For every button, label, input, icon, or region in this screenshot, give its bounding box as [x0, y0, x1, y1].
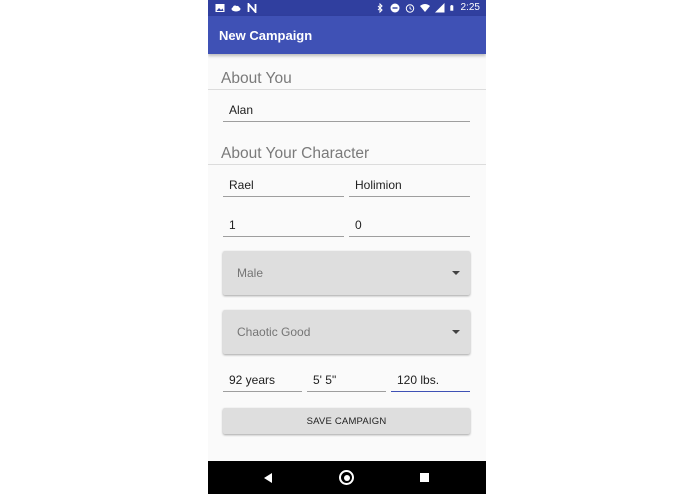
status-bar: 2:25	[208, 0, 486, 16]
status-time: 2:25	[460, 2, 480, 13]
dropdown-arrow-icon	[452, 330, 460, 334]
section-heading-about-character: About Your Character	[221, 145, 370, 162]
battery-icon	[449, 5, 453, 11]
status-bar-left	[215, 3, 257, 13]
phone-screen: 2:25 New Campaign About You About Your C…	[208, 0, 486, 494]
gender-selected-value: Male	[237, 266, 264, 280]
recent-apps-icon[interactable]	[420, 473, 429, 482]
home-icon[interactable]	[339, 470, 354, 485]
player-name-input[interactable]	[223, 100, 470, 120]
back-icon[interactable]	[264, 473, 272, 483]
alignment-selected-value: Chaotic Good	[237, 325, 311, 339]
weight-input[interactable]	[391, 370, 470, 390]
do-not-disturb-icon	[390, 3, 400, 13]
dropdown-arrow-icon	[452, 271, 460, 275]
section-divider	[208, 89, 486, 90]
alarm-icon	[405, 4, 414, 13]
last-name-field[interactable]	[349, 175, 470, 197]
first-name-field[interactable]	[223, 175, 344, 197]
section-divider	[208, 164, 486, 165]
navigation-bar	[208, 461, 486, 494]
status-bar-right: 2:25	[375, 2, 480, 14]
number-field-left[interactable]	[223, 215, 344, 237]
n-icon	[247, 3, 257, 13]
weight-field[interactable]	[391, 370, 470, 392]
first-name-input[interactable]	[223, 175, 344, 195]
image-icon	[215, 4, 225, 12]
page-title: New Campaign	[219, 28, 313, 43]
section-heading-about-you: About You	[221, 70, 292, 87]
height-input[interactable]	[307, 370, 386, 390]
last-name-input[interactable]	[349, 175, 470, 195]
bluetooth-icon	[377, 3, 383, 13]
save-campaign-button[interactable]: SAVE CAMPAIGN	[223, 408, 470, 434]
gender-dropdown[interactable]: Male	[223, 251, 470, 295]
age-input[interactable]	[223, 370, 302, 390]
wifi-icon	[419, 4, 430, 12]
number-input-left[interactable]	[223, 215, 344, 235]
player-name-field[interactable]	[223, 100, 470, 122]
alignment-dropdown[interactable]: Chaotic Good	[223, 310, 470, 354]
number-field-right[interactable]	[349, 215, 470, 237]
cloud-icon	[231, 5, 241, 12]
age-field[interactable]	[223, 370, 302, 392]
height-field[interactable]	[307, 370, 386, 392]
app-bar: New Campaign	[208, 16, 486, 54]
number-input-right[interactable]	[349, 215, 470, 235]
signal-icon	[434, 3, 445, 13]
